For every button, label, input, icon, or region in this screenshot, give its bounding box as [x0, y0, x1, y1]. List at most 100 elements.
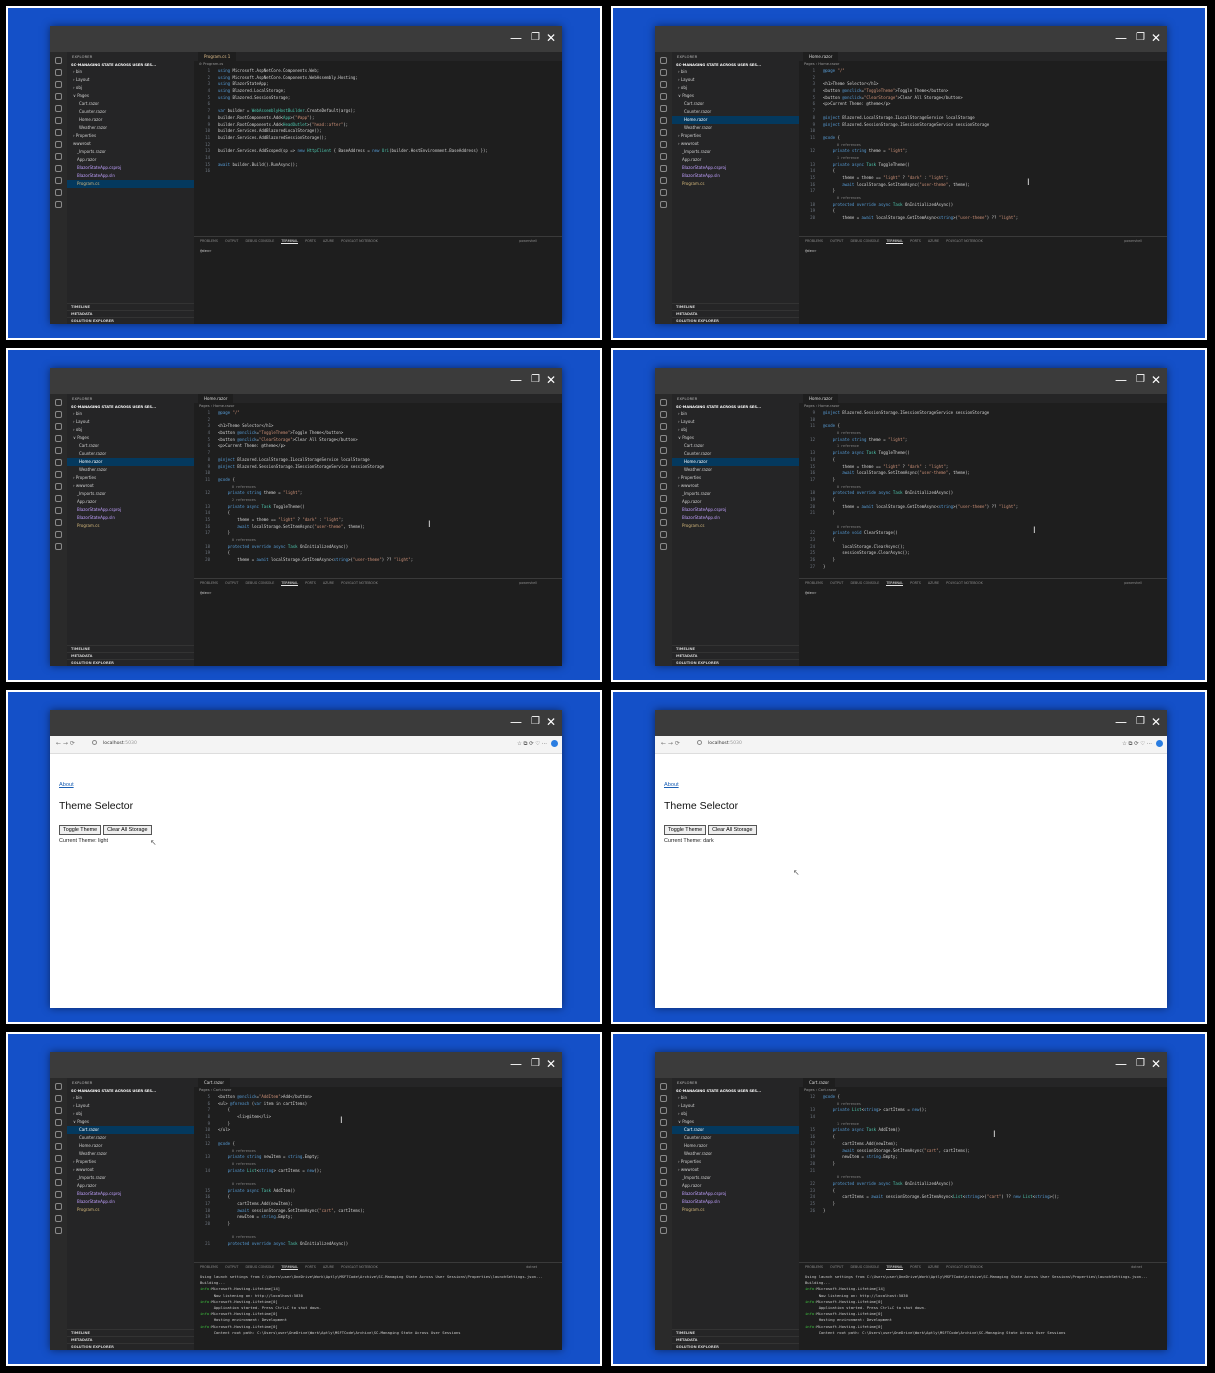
file-tree-item[interactable]: Counter.razor [67, 108, 194, 116]
maximize-button[interactable]: ❐ [531, 1057, 540, 1071]
panel-tab-problems[interactable]: PROBLEMS [805, 1265, 823, 1269]
panel-tab-output[interactable]: OUTPUT [225, 581, 238, 585]
file-tree-item[interactable]: Counter.razor [672, 108, 799, 116]
minimize-button[interactable]: — [510, 373, 522, 387]
file-tree-item[interactable]: › obj [672, 84, 799, 92]
more-icon[interactable] [660, 543, 667, 550]
file-tree-item[interactable]: Home.razor [672, 458, 799, 466]
file-tree-item[interactable]: App.razor [67, 156, 194, 164]
panel-tab-azure[interactable]: AZURE [323, 581, 334, 585]
extensions-icon[interactable] [660, 1131, 667, 1138]
terminal-shell-label[interactable]: powershell [519, 237, 537, 245]
deploy-icon[interactable] [55, 1203, 62, 1210]
remote-icon[interactable] [660, 459, 667, 466]
search-icon[interactable] [55, 1095, 62, 1102]
file-tree-item[interactable]: Home.razor [67, 458, 194, 466]
more-icon[interactable] [55, 201, 62, 208]
panel-tab-ports[interactable]: PORTS [910, 239, 921, 243]
run-debug-icon[interactable] [660, 435, 667, 442]
file-tree-item[interactable]: › Layout [672, 1102, 799, 1110]
panel-tab-terminal[interactable]: TERMINAL [281, 239, 299, 244]
package-icon[interactable] [55, 1215, 62, 1222]
file-tree-item[interactable]: Cart.razor [67, 100, 194, 108]
close-button[interactable]: ✕ [1151, 31, 1161, 45]
panel-tab-output[interactable]: OUTPUT [830, 581, 843, 585]
source-control-icon[interactable] [55, 423, 62, 430]
panel-tab-ports[interactable]: PORTS [910, 581, 921, 585]
panel-tab-problems[interactable]: PROBLEMS [200, 581, 218, 585]
more-icon[interactable] [55, 543, 62, 550]
file-tree-item[interactable]: Weather.razor [67, 466, 194, 474]
file-tree-item[interactable]: BlazorStateApp.csproj [672, 164, 799, 172]
more-icon[interactable] [55, 1227, 62, 1234]
sidebar-section[interactable]: METADATA [672, 310, 799, 317]
source-control-icon[interactable] [55, 81, 62, 88]
file-tree-item[interactable]: BlazorStateApp.sln [67, 514, 194, 522]
run-debug-icon[interactable] [660, 93, 667, 100]
panel-tab-azure[interactable]: AZURE [928, 581, 939, 585]
docker-icon[interactable] [55, 141, 62, 148]
more-icon[interactable] [660, 201, 667, 208]
extensions-icon[interactable] [55, 105, 62, 112]
file-tree-item[interactable]: Counter.razor [67, 1134, 194, 1142]
file-tree-item[interactable]: Cart.razor [672, 100, 799, 108]
file-tree-item[interactable]: ∨ Pages [672, 434, 799, 442]
sidebar-section[interactable]: SOLUTION EXPLORER [67, 317, 194, 324]
file-tree-item[interactable]: › obj [672, 1110, 799, 1118]
sidebar-section[interactable]: SOLUTION EXPLORER [67, 1343, 194, 1350]
file-tree-item[interactable]: › wwwroot [672, 482, 799, 490]
database-icon[interactable] [660, 1191, 667, 1198]
minimize-button[interactable]: — [1115, 373, 1127, 387]
panel-tab-azure[interactable]: AZURE [323, 1265, 334, 1269]
file-tree-item[interactable]: Program.cs [672, 522, 799, 530]
file-tree-item[interactable]: Program.cs [67, 1206, 194, 1214]
file-tree-item[interactable]: › wwwroot [67, 1166, 194, 1174]
testing-icon[interactable] [55, 471, 62, 478]
terminal[interactable]: Using launch settings from C:\Users\user… [799, 1271, 1167, 1339]
sidebar-section[interactable]: METADATA [67, 652, 194, 659]
deploy-icon[interactable] [660, 1203, 667, 1210]
file-tree-item[interactable]: › Layout [67, 1102, 194, 1110]
file-tree-item[interactable]: › obj [672, 426, 799, 434]
terminal-shell-label[interactable]: dotnet [526, 1263, 537, 1271]
panel-tab-ports[interactable]: PORTS [305, 581, 316, 585]
remote-icon[interactable] [55, 459, 62, 466]
maximize-button[interactable]: ❐ [1136, 31, 1145, 45]
file-tree-item[interactable]: Weather.razor [67, 1150, 194, 1158]
file-tree-item[interactable]: › Properties [67, 474, 194, 482]
file-tree-item[interactable]: Weather.razor [672, 124, 799, 132]
sidebar-section[interactable]: TIMELINE [67, 303, 194, 310]
extensions-icon[interactable] [55, 1131, 62, 1138]
panel-tab-azure[interactable]: AZURE [323, 239, 334, 243]
minimize-button[interactable]: — [510, 1057, 522, 1071]
search-icon[interactable] [660, 69, 667, 76]
terminal-shell-label[interactable]: powershell [1124, 237, 1142, 245]
file-tree-item[interactable]: _Imports.razor [672, 148, 799, 156]
file-tree-item[interactable]: BlazorStateApp.sln [67, 1198, 194, 1206]
testing-icon[interactable] [55, 129, 62, 136]
terminal[interactable]: Using launch settings from C:\Users\user… [194, 1271, 562, 1339]
breadcrumb[interactable]: Pages › Home.razor [799, 403, 1167, 410]
file-tree-item[interactable]: BlazorStateApp.sln [67, 172, 194, 180]
panel-tab-problems[interactable]: PROBLEMS [200, 1265, 218, 1269]
file-tree-item[interactable]: Cart.razor [672, 442, 799, 450]
file-tree-item[interactable]: › Layout [67, 76, 194, 84]
file-tree-item[interactable]: ∨ Pages [672, 92, 799, 100]
clear-storage-button[interactable]: Clear All Storage [708, 825, 757, 835]
file-tree-item[interactable]: BlazorStateApp.csproj [672, 1190, 799, 1198]
file-tree-item[interactable]: BlazorStateApp.csproj [67, 506, 194, 514]
testing-icon[interactable] [660, 471, 667, 478]
database-icon[interactable] [55, 1191, 62, 1198]
file-tree-item[interactable]: › bin [672, 410, 799, 418]
azure-icon[interactable] [55, 495, 62, 502]
remote-icon[interactable] [660, 1143, 667, 1150]
file-tree-item[interactable]: › obj [67, 84, 194, 92]
terminal-shell-label[interactable]: powershell [519, 579, 537, 587]
azure-icon[interactable] [660, 153, 667, 160]
maximize-button[interactable]: ❐ [1136, 373, 1145, 387]
remote-icon[interactable] [55, 117, 62, 124]
file-tree-item[interactable]: Weather.razor [672, 466, 799, 474]
file-tree-item[interactable]: App.razor [672, 1182, 799, 1190]
panel-tab-terminal[interactable]: TERMINAL [886, 1265, 904, 1270]
file-tree-item[interactable]: _Imports.razor [672, 1174, 799, 1182]
